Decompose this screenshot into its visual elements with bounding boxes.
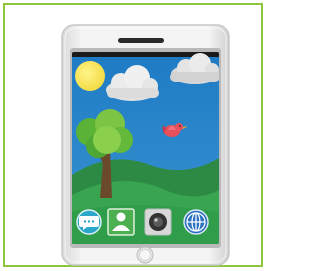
smartphone-illustration (61, 24, 230, 266)
earpiece-icon (118, 38, 164, 43)
chat-icon[interactable] (76, 209, 102, 235)
sun-icon (75, 61, 105, 91)
camera-icon[interactable] (144, 208, 172, 236)
contacts-icon[interactable] (107, 208, 135, 236)
globe-icon[interactable] (183, 209, 209, 235)
home-button[interactable] (136, 246, 154, 264)
